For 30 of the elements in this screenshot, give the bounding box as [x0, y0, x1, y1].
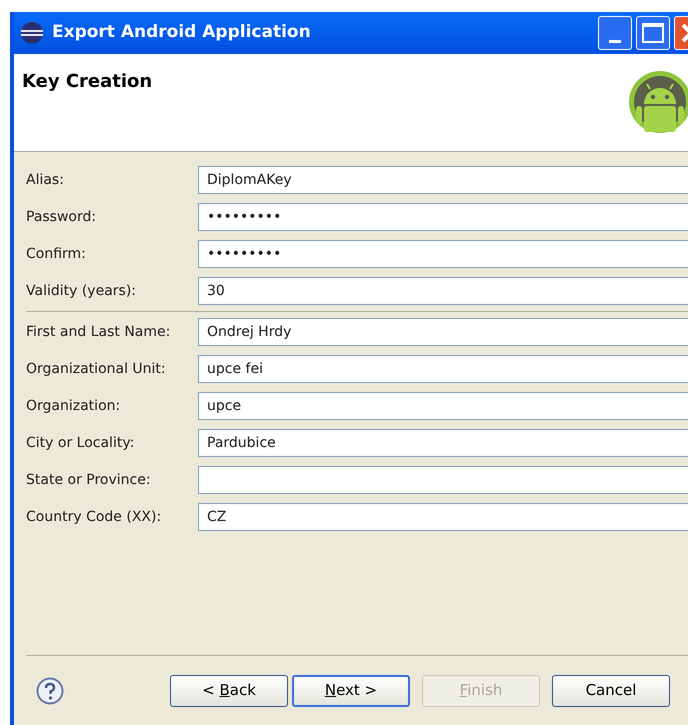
input-field[interactable]: 30: [198, 277, 688, 305]
input-field[interactable]: DiplomAKey: [198, 166, 688, 194]
dialog-button[interactable]: < Back: [170, 674, 288, 706]
dialog-button[interactable]: Next >: [292, 674, 410, 706]
page-title: Key Creation: [22, 70, 152, 92]
field-label: Validity (years):: [26, 282, 138, 300]
input-field[interactable]: CZ: [198, 503, 688, 531]
input-field[interactable]: •••••••••: [198, 240, 688, 268]
input-field[interactable]: upce fei: [198, 355, 688, 383]
eclipse-icon: [20, 21, 44, 45]
field-label: Alias:: [26, 170, 65, 190]
field-label: Organization:: [26, 396, 122, 416]
input-field[interactable]: Pardubice: [198, 429, 688, 457]
window-title: Export Android Application: [52, 21, 312, 44]
field-label: State or Province:: [26, 470, 152, 490]
field-label: City or Locality:: [26, 434, 136, 452]
input-field[interactable]: [198, 466, 688, 494]
input-field[interactable]: upce: [198, 392, 688, 420]
field-label: Password:: [26, 208, 98, 226]
field-label: First and Last Name:: [26, 322, 172, 342]
field-label: Confirm:: [26, 244, 87, 264]
input-field[interactable]: Ondrej Hrdy: [198, 318, 688, 346]
android-robot-icon: [628, 70, 688, 134]
field-label: Country Code (XX):: [26, 508, 162, 526]
field-label: Organizational Unit:: [26, 360, 167, 378]
minimize-button[interactable]: [598, 16, 632, 50]
help-icon[interactable]: [36, 676, 64, 704]
maximize-button[interactable]: [636, 16, 670, 50]
dialog-button[interactable]: Cancel: [552, 674, 670, 706]
input-field[interactable]: •••••••••: [198, 203, 688, 231]
